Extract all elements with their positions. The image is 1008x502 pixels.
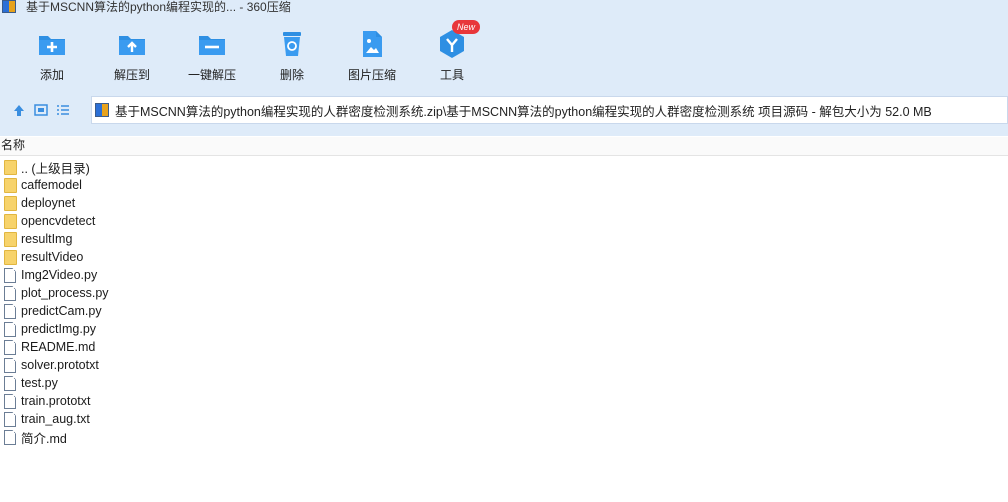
delete-button[interactable]: 删除 — [252, 28, 332, 86]
list-item[interactable]: Img2Video.py — [0, 266, 1008, 284]
file-icon — [4, 358, 16, 373]
top-panel: 基于MSCNN算法的python编程实现的... - 360压缩 添加 解压到 … — [0, 0, 1008, 136]
file-name: Img2Video.py — [21, 268, 98, 282]
file-name: predictCam.py — [21, 304, 102, 318]
file-name: train_aug.txt — [21, 412, 90, 426]
file-list: .. (上级目录) caffemodel deploynet opencvdet… — [0, 158, 1008, 446]
file-icon — [4, 268, 16, 283]
list-item[interactable]: opencvdetect — [0, 212, 1008, 230]
file-name: test.py — [21, 376, 58, 390]
list-item[interactable]: resultVideo — [0, 248, 1008, 266]
file-icon — [4, 286, 16, 301]
file-name: resultImg — [21, 232, 73, 246]
file-name: caffemodel — [21, 178, 82, 192]
one-click-extract-icon — [196, 28, 228, 60]
file-name: predictImg.py — [21, 322, 97, 336]
file-icon — [4, 304, 16, 319]
list-item[interactable]: test.py — [0, 374, 1008, 392]
list-item[interactable]: train_aug.txt — [0, 410, 1008, 428]
list-item[interactable]: .. (上级目录) — [0, 158, 1008, 176]
new-badge: New — [452, 20, 480, 34]
text-file-icon — [4, 412, 16, 427]
file-name: deploynet — [21, 196, 76, 210]
address-bar[interactable]: 基于MSCNN算法的python编程实现的人群密度检测系统.zip\基于MSCN… — [91, 96, 1008, 124]
up-arrow-icon[interactable] — [8, 99, 30, 121]
trash-icon — [276, 28, 308, 60]
file-name: train.prototxt — [21, 394, 91, 408]
file-icon — [4, 322, 16, 337]
file-icon — [4, 430, 16, 445]
extract-to-label: 解压到 — [113, 68, 150, 82]
list-view-icon[interactable] — [52, 99, 74, 121]
file-name: resultVideo — [21, 250, 84, 264]
folder-icon — [4, 214, 17, 229]
folder-icon — [4, 232, 17, 247]
file-name: .. (上级目录) — [21, 161, 90, 176]
file-icon — [4, 394, 16, 409]
navigation-bar: 基于MSCNN算法的python编程实现的人群密度检测系统.zip\基于MSCN… — [0, 96, 1008, 124]
list-item[interactable]: deploynet — [0, 194, 1008, 212]
file-name: solver.prototxt — [21, 358, 99, 372]
file-icon — [4, 340, 16, 355]
file-name: 简介.md — [21, 431, 67, 446]
title-bar: 基于MSCNN算法的python编程实现的... - 360压缩 — [0, 0, 1008, 14]
file-name: opencvdetect — [21, 214, 96, 228]
folder-icon — [4, 178, 17, 193]
list-item[interactable]: train.prototxt — [0, 392, 1008, 410]
image-compress-label: 图片压缩 — [347, 68, 396, 82]
archive-app-icon — [2, 0, 16, 13]
window-title: 基于MSCNN算法的python编程实现的... - 360压缩 — [26, 0, 291, 14]
folder-icon — [4, 196, 17, 211]
delete-label: 删除 — [279, 68, 304, 82]
thumbnail-view-icon[interactable] — [30, 99, 52, 121]
list-item[interactable]: resultImg — [0, 230, 1008, 248]
add-icon — [36, 28, 68, 60]
column-header: 名称 — [0, 137, 1008, 156]
file-icon — [4, 376, 16, 391]
extract-to-button[interactable]: 解压到 — [92, 28, 172, 86]
archive-icon — [95, 103, 109, 117]
add-label: 添加 — [39, 68, 64, 82]
extract-to-icon — [116, 28, 148, 60]
image-compress-icon — [356, 28, 388, 60]
folder-icon — [4, 250, 17, 265]
image-compress-button[interactable]: 图片压缩 — [332, 28, 412, 86]
one-click-extract-button[interactable]: 一键解压 — [172, 28, 252, 86]
list-item[interactable]: predictImg.py — [0, 320, 1008, 338]
file-name: plot_process.py — [21, 286, 109, 300]
tools-label: 工具 — [439, 68, 464, 82]
list-item[interactable]: caffemodel — [0, 176, 1008, 194]
list-item[interactable]: 简介.md — [0, 428, 1008, 446]
file-name: README.md — [21, 340, 96, 354]
tools-button[interactable]: 工具 — [412, 28, 492, 86]
list-item[interactable]: plot_process.py — [0, 284, 1008, 302]
address-path: 基于MSCNN算法的python编程实现的人群密度检测系统.zip\基于MSCN… — [115, 104, 932, 119]
add-button[interactable]: 添加 — [12, 28, 92, 86]
list-item[interactable]: solver.prototxt — [0, 356, 1008, 374]
one-click-extract-label: 一键解压 — [187, 68, 236, 82]
list-item[interactable]: predictCam.py — [0, 302, 1008, 320]
column-name-header[interactable]: 名称 — [1, 137, 25, 153]
folder-icon — [4, 160, 17, 175]
toolbar: 添加 解压到 一键解压 删除 图片压缩 工具 New — [0, 20, 1008, 88]
list-item[interactable]: README.md — [0, 338, 1008, 356]
